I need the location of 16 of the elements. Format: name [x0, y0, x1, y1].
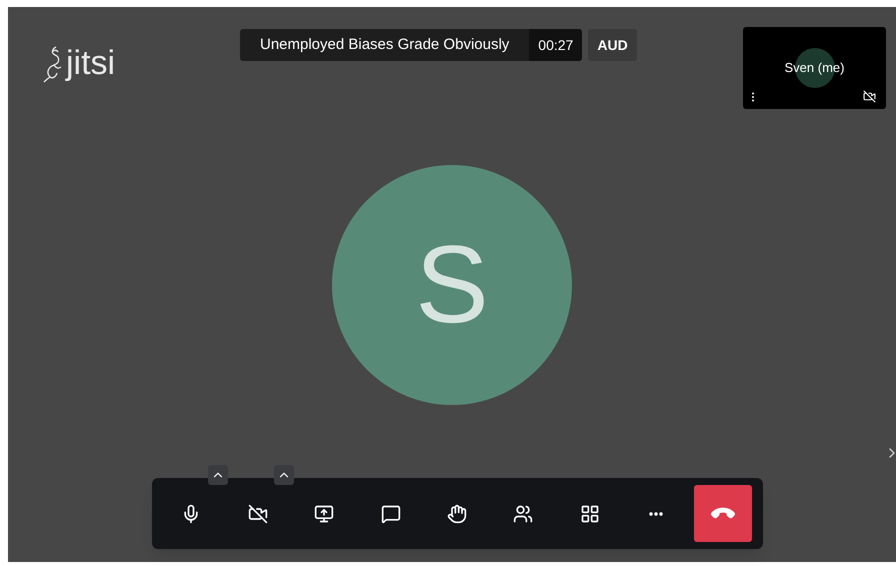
screen-share-icon — [314, 504, 334, 524]
options-toggle[interactable] — [274, 464, 294, 484]
logo-text: jitsi — [66, 46, 116, 80]
avatar-initial: S — [415, 230, 489, 340]
hand-icon — [446, 504, 467, 524]
meeting-title: Unemployed Biases Grade Obviously — [259, 34, 510, 55]
more-icon — [649, 512, 664, 516]
hang-up-button[interactable] — [694, 485, 752, 542]
grid-icon — [580, 504, 600, 524]
people-icon — [513, 504, 534, 524]
meeting-timer: 00:27 — [529, 29, 582, 61]
chat-icon — [380, 504, 401, 524]
participant-name: Sven (me) — [784, 59, 844, 78]
self-view-tile[interactable]: Sven (me) — [743, 27, 886, 109]
options-toggle[interactable] — [208, 464, 228, 484]
audio-only-badge: AUD — [588, 29, 637, 61]
